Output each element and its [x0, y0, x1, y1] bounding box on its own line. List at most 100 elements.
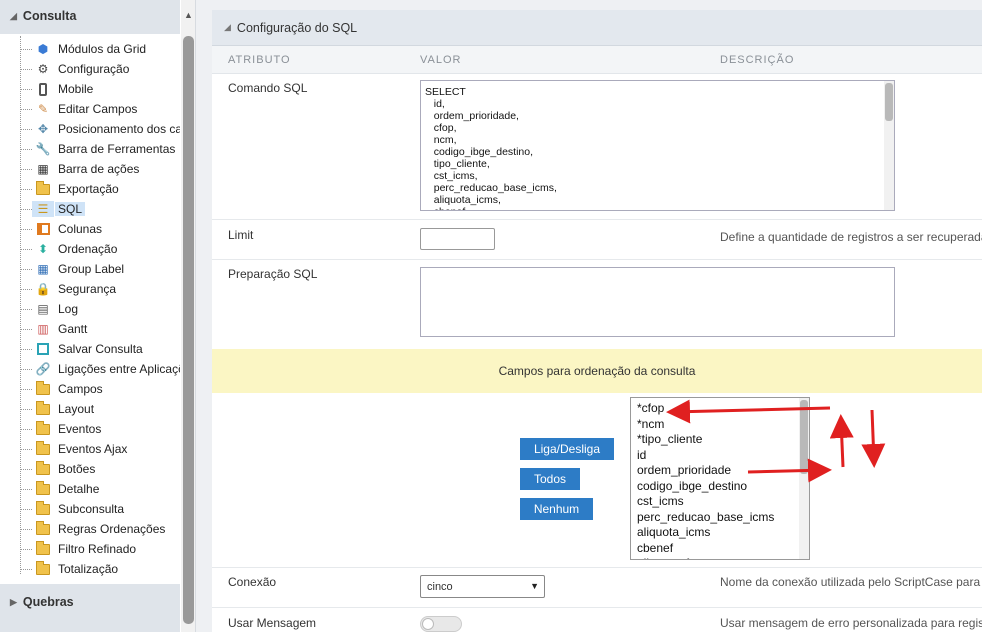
order-option[interactable]: codigo_ibge_destino	[637, 479, 747, 493]
sidebar-item-label: Botões	[58, 462, 96, 476]
sidebar-item-label: Segurança	[58, 282, 117, 296]
order-option[interactable]: aliquota_fcp	[637, 556, 702, 559]
folder-icon	[35, 400, 51, 417]
scroll-up-icon[interactable]: ▲	[181, 10, 195, 24]
connection-description: Nome da conexão utilizada pelo ScriptCas…	[720, 575, 981, 589]
select-none-button[interactable]: Nenhum	[520, 498, 593, 520]
sidebar-item-label: Exportação	[58, 182, 119, 196]
order-option[interactable]: cbenef	[637, 541, 673, 555]
section-title: Quebras	[22, 595, 74, 609]
sidebar-item-layout[interactable]: Layout	[0, 399, 180, 419]
sidebar-item-detalhe[interactable]: Detalhe	[0, 479, 180, 499]
section-next-header[interactable]	[0, 620, 180, 632]
sidebar-item-totaliza-o[interactable]: Totalização	[0, 559, 180, 579]
section-consulta-header[interactable]: ◢ Consulta	[0, 0, 180, 34]
sidebar-item-posicionamento-dos-campos[interactable]: ✥ Posicionamento dos campos	[0, 119, 180, 139]
column-headers: ATRIBUTO VALOR DESCRIÇÃO	[212, 46, 982, 74]
folder-icon	[35, 560, 51, 577]
sidebar-item-filtro-refinado[interactable]: Filtro Refinado	[0, 539, 180, 559]
sidebar-item-label: Ordenação	[58, 242, 118, 256]
sql-text: SELECT id, ordem_prioridade, cfop, ncm, …	[425, 86, 557, 210]
sql-scrollbar[interactable]	[884, 81, 894, 210]
connection-value: cinco	[427, 580, 453, 593]
folder-icon	[35, 440, 51, 457]
sidebar-item-eventos[interactable]: Eventos	[0, 419, 180, 439]
sidebar-item-colunas[interactable]: Colunas	[0, 219, 180, 239]
folder-icon	[35, 480, 51, 497]
sql-prep-textarea[interactable]	[420, 267, 895, 337]
columns-icon	[35, 221, 51, 237]
edit-icon: ✎	[37, 102, 49, 116]
sidebar-item-editar-campos[interactable]: ✎ Editar Campos	[0, 99, 180, 119]
chevron-down-icon: ▼	[530, 581, 539, 591]
folder-icon	[35, 380, 51, 397]
sidebar-item-campos[interactable]: Campos	[0, 379, 180, 399]
connection-select[interactable]: cinco ▼	[420, 575, 545, 598]
order-option[interactable]: perc_reducao_base_icms	[637, 510, 774, 524]
order-option[interactable]: id	[637, 448, 646, 462]
modules-icon: ⬢	[37, 42, 49, 56]
sql-line: ncm,	[425, 134, 457, 146]
sidebar-item-label: Subconsulta	[58, 502, 125, 516]
collapse-triangle-icon: ◢	[224, 22, 231, 32]
sidebar-item-label: Editar Campos	[58, 102, 138, 116]
sql-config-panel: ◢ Configuração do SQL ATRIBUTO VALOR DES…	[212, 10, 982, 632]
sidebar-item-label: Barra de ações	[58, 162, 140, 176]
sidebar-item-salvar-consulta[interactable]: Salvar Consulta	[0, 339, 180, 359]
sidebar-item-mobile[interactable]: Mobile	[0, 79, 180, 99]
sidebar-scrollbar-thumb[interactable]	[183, 36, 194, 624]
sidebar-item-label: Group Label	[58, 262, 125, 276]
lock-icon: 🔒	[35, 282, 51, 296]
sql-line: id,	[425, 98, 445, 110]
order-option[interactable]: ordem_prioridade	[637, 463, 731, 477]
order-option[interactable]: aliquota_icms	[637, 525, 710, 539]
sidebar-item-eventos-ajax[interactable]: Eventos Ajax	[0, 439, 180, 459]
select-all-button[interactable]: Todos	[520, 468, 580, 490]
sidebar-item-label: Campos	[58, 382, 103, 396]
sidebar-item-barra-de-a-es[interactable]: ▦ Barra de ações	[0, 159, 180, 179]
sidebar-item-label: Log	[58, 302, 79, 316]
sidebar-item-label: Layout	[58, 402, 95, 416]
sidebar-item-bot-es[interactable]: Botões	[0, 459, 180, 479]
wrench-icon: 🔧	[35, 142, 51, 156]
limit-input[interactable]	[420, 228, 495, 250]
sidebar-item-seguran-a[interactable]: 🔒 Segurança	[0, 279, 180, 299]
sidebar-item-group-label[interactable]: ▦ Group Label	[0, 259, 180, 279]
sidebar-item-gantt[interactable]: ▥ Gantt	[0, 319, 180, 339]
order-option[interactable]: *tipo_cliente	[637, 432, 702, 446]
order-fields-list[interactable]: *cfop *ncm *tipo_cliente id ordem_priorida…	[630, 397, 810, 560]
expand-triangle-icon: ▶	[10, 596, 17, 607]
col-header-desc: DESCRIÇÃO	[720, 54, 795, 66]
sidebar-item-ordena-o[interactable]: ⬍ Ordenação	[0, 239, 180, 259]
folder-icon	[35, 180, 51, 197]
order-option[interactable]: cst_icms	[637, 494, 684, 508]
section-quebras-header[interactable]: ▶ Quebras	[0, 584, 180, 620]
sql-line: cfop,	[425, 122, 457, 134]
sql-line: SELECT	[425, 86, 466, 98]
sidebar-item-sql[interactable]: ☰ SQL	[0, 199, 180, 219]
order-option[interactable]: *ncm	[637, 417, 664, 431]
sql-line: ordem_prioridade,	[425, 110, 519, 122]
sidebar-item-label: Gantt	[58, 322, 88, 336]
folder-icon	[35, 520, 51, 537]
sidebar-item-subconsulta[interactable]: Subconsulta	[0, 499, 180, 519]
message-toggle[interactable]	[420, 616, 462, 632]
sidebar-item-configura-o[interactable]: ⚙ Configuração	[0, 59, 180, 79]
sidebar-item-regras-ordena-es[interactable]: Regras Ordenações	[0, 519, 180, 539]
sql-line: perc_reducao_base_icms,	[425, 182, 557, 194]
sql-command-textarea[interactable]: SELECT id, ordem_prioridade, cfop, ncm, …	[420, 80, 895, 211]
col-header-attr: ATRIBUTO	[228, 54, 291, 66]
sidebar-item-liga-es-entre-aplica-es[interactable]: 🔗 Ligações entre Aplicações	[0, 359, 180, 379]
order-list-scrollbar[interactable]	[799, 398, 809, 559]
sidebar-item-m-dulos-da-grid[interactable]: ⬢ Módulos da Grid	[0, 39, 180, 59]
sidebar-item-log[interactable]: ▤ Log	[0, 299, 180, 319]
sidebar-item-label: Colunas	[58, 222, 103, 236]
sort-icon: ⬍	[37, 242, 49, 256]
toggle-order-button[interactable]: Liga/Desliga	[520, 438, 614, 460]
sidebar-item-barra-de-ferramentas[interactable]: 🔧 Barra de Ferramentas	[0, 139, 180, 159]
order-option[interactable]: *cfop	[637, 401, 664, 415]
sidebar-item-exporta-o[interactable]: Exportação	[0, 179, 180, 199]
sidebar-item-label: Barra de Ferramentas	[58, 142, 176, 156]
limit-label: Limit	[228, 228, 254, 242]
gantt-icon: ▥	[37, 322, 49, 336]
